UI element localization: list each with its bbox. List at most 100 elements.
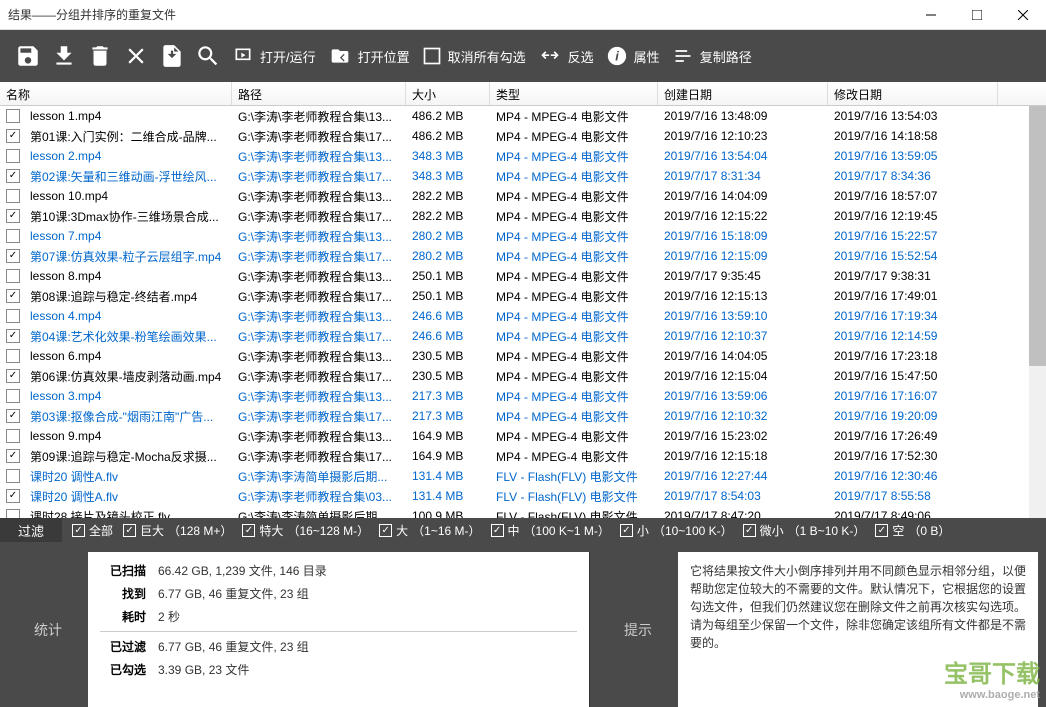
invert-selection-button[interactable]: 反选	[532, 30, 600, 82]
row-checkbox[interactable]	[6, 169, 20, 183]
open-location-button[interactable]: 打开位置	[322, 30, 416, 82]
cell-name: lesson 8.mp4	[24, 269, 232, 283]
row-checkbox[interactable]	[6, 429, 20, 443]
cell-size: 246.6 MB	[406, 309, 490, 323]
row-checkbox[interactable]	[6, 229, 20, 243]
toolbar: 打开/运行 打开位置 取消所有勾选 反选 i属性 复制路径	[0, 30, 1046, 82]
table-row[interactable]: 课时20 调性A.flvG:\李涛\李老师教程合集\03...131.4 MBF…	[0, 486, 1046, 506]
cell-path: G:\李涛\李老师教程合集\13...	[232, 308, 406, 325]
file-grid[interactable]: lesson 1.mp4G:\李涛\李老师教程合集\13...486.2 MBM…	[0, 106, 1046, 518]
cell-type: MP4 - MPEG-4 电影文件	[490, 168, 658, 185]
table-row[interactable]: lesson 10.mp4G:\李涛\李老师教程合集\13...282.2 MB…	[0, 186, 1046, 206]
cell-modified: 2019/7/16 13:54:03	[828, 109, 998, 123]
row-checkbox[interactable]	[6, 449, 20, 463]
search-icon[interactable]	[190, 30, 226, 82]
table-row[interactable]: 第07课:仿真效果-粒子云层组字.mp4G:\李涛\李老师教程合集\17...2…	[0, 246, 1046, 266]
filter-xl[interactable]: 特大（16~128 M-）	[242, 522, 369, 539]
row-checkbox[interactable]	[6, 309, 20, 323]
recycle-icon[interactable]	[82, 30, 118, 82]
cell-path: G:\李涛\李涛简单摄影后期...	[232, 508, 406, 519]
deselect-all-button[interactable]: 取消所有勾选	[416, 30, 532, 82]
cell-path: G:\李涛\李老师教程合集\17...	[232, 448, 406, 465]
header-created[interactable]: 创建日期	[658, 82, 828, 105]
cell-path: G:\李涛\李老师教程合集\17...	[232, 128, 406, 145]
filter-empty[interactable]: 空（0 B）	[875, 522, 950, 539]
filter-all[interactable]: 全部	[72, 522, 113, 539]
cell-path: G:\李涛\李老师教程合集\17...	[232, 248, 406, 265]
maximize-button[interactable]	[954, 0, 1000, 30]
row-checkbox[interactable]	[6, 489, 20, 503]
download-icon[interactable]	[46, 30, 82, 82]
filter-sm[interactable]: 小（10~100 K-）	[620, 522, 733, 539]
table-row[interactable]: 第01课:入门实例：二维合成-品牌...G:\李涛\李老师教程合集\17...4…	[0, 126, 1046, 146]
row-checkbox[interactable]	[6, 329, 20, 343]
properties-button[interactable]: i属性	[600, 30, 666, 82]
save-icon[interactable]	[10, 30, 46, 82]
header-size[interactable]: 大小	[406, 82, 490, 105]
row-checkbox[interactable]	[6, 509, 20, 518]
cell-name: 课时28 接片及镜头校正.flv	[24, 508, 232, 519]
row-checkbox[interactable]	[6, 209, 20, 223]
row-checkbox[interactable]	[6, 409, 20, 423]
close-button[interactable]	[1000, 0, 1046, 30]
row-checkbox[interactable]	[6, 109, 20, 123]
row-checkbox[interactable]	[6, 269, 20, 283]
table-row[interactable]: lesson 1.mp4G:\李涛\李老师教程合集\13...486.2 MBM…	[0, 106, 1046, 126]
header-path[interactable]: 路径	[232, 82, 406, 105]
table-row[interactable]: 第08课:追踪与稳定-终结者.mp4G:\李涛\李老师教程合集\17...250…	[0, 286, 1046, 306]
table-row[interactable]: 课时28 接片及镜头校正.flvG:\李涛\李涛简单摄影后期...100.9 M…	[0, 506, 1046, 518]
table-row[interactable]: 第02课:矢量和三维动画-浮世绘风...G:\李涛\李老师教程合集\17...3…	[0, 166, 1046, 186]
table-row[interactable]: 课时20 调性A.flvG:\李涛\李涛简单摄影后期...131.4 MBFLV…	[0, 466, 1046, 486]
delete-icon[interactable]	[118, 30, 154, 82]
copy-path-button[interactable]: 复制路径	[666, 30, 758, 82]
table-row[interactable]: lesson 8.mp4G:\李涛\李老师教程合集\13...250.1 MBM…	[0, 266, 1046, 286]
minimize-button[interactable]	[908, 0, 954, 30]
cell-size: 230.5 MB	[406, 369, 490, 383]
cell-name: lesson 2.mp4	[24, 149, 232, 163]
filter-xs[interactable]: 微小（1 B~10 K-）	[743, 522, 866, 539]
header-name[interactable]: 名称	[0, 82, 232, 105]
row-checkbox[interactable]	[6, 289, 20, 303]
table-row[interactable]: 第06课:仿真效果-墙皮剥落动画.mp4G:\李涛\李老师教程合集\17...2…	[0, 366, 1046, 386]
table-row[interactable]: 第03课:抠像合成-"烟雨江南"广告...G:\李涛\李老师教程合集\17...…	[0, 406, 1046, 426]
row-checkbox[interactable]	[6, 249, 20, 263]
table-row[interactable]: 第04课:艺术化效果-粉笔绘画效果...G:\李涛\李老师教程合集\17...2…	[0, 326, 1046, 346]
cell-modified: 2019/7/16 17:19:34	[828, 309, 998, 323]
table-row[interactable]: lesson 9.mp4G:\李涛\李老师教程合集\13...164.9 MBM…	[0, 426, 1046, 446]
table-row[interactable]: lesson 7.mp4G:\李涛\李老师教程合集\13...280.2 MBM…	[0, 226, 1046, 246]
cell-created: 2019/7/16 14:04:09	[658, 189, 828, 203]
header-modified[interactable]: 修改日期	[828, 82, 998, 105]
filter-md[interactable]: 中（100 K~1 M-）	[491, 522, 610, 539]
filter-huge[interactable]: 巨大（128 M+）	[123, 522, 232, 539]
open-run-button[interactable]: 打开/运行	[226, 30, 322, 82]
cell-size: 217.3 MB	[406, 389, 490, 403]
cell-created: 2019/7/17 9:35:45	[658, 269, 828, 283]
row-checkbox[interactable]	[6, 369, 20, 383]
row-checkbox[interactable]	[6, 189, 20, 203]
vertical-scrollbar[interactable]	[1029, 106, 1046, 518]
cell-size: 164.9 MB	[406, 449, 490, 463]
header-type[interactable]: 类型	[490, 82, 658, 105]
cell-name: lesson 1.mp4	[24, 109, 232, 123]
cell-name: 第06课:仿真效果-墙皮剥落动画.mp4	[24, 368, 232, 385]
table-row[interactable]: 第10课:3Dmax协作-三维场景合成...G:\李涛\李老师教程合集\17..…	[0, 206, 1046, 226]
cell-name: lesson 4.mp4	[24, 309, 232, 323]
table-row[interactable]: lesson 3.mp4G:\李涛\李老师教程合集\13...217.3 MBM…	[0, 386, 1046, 406]
row-checkbox[interactable]	[6, 469, 20, 483]
move-to-icon[interactable]	[154, 30, 190, 82]
table-row[interactable]: lesson 4.mp4G:\李涛\李老师教程合集\13...246.6 MBM…	[0, 306, 1046, 326]
table-row[interactable]: 第09课:追踪与稳定-Mocha反求摄...G:\李涛\李老师教程合集\17..…	[0, 446, 1046, 466]
row-checkbox[interactable]	[6, 349, 20, 363]
row-checkbox[interactable]	[6, 129, 20, 143]
row-checkbox[interactable]	[6, 389, 20, 403]
table-row[interactable]: lesson 6.mp4G:\李涛\李老师教程合集\13...230.5 MBM…	[0, 346, 1046, 366]
cell-modified: 2019/7/17 8:34:36	[828, 169, 998, 183]
cell-type: MP4 - MPEG-4 电影文件	[490, 208, 658, 225]
cell-size: 246.6 MB	[406, 329, 490, 343]
filter-label: 过滤	[0, 518, 62, 542]
row-checkbox[interactable]	[6, 149, 20, 163]
filter-lg[interactable]: 大（1~16 M-）	[379, 522, 480, 539]
table-row[interactable]: lesson 2.mp4G:\李涛\李老师教程合集\13...348.3 MBM…	[0, 146, 1046, 166]
cell-type: MP4 - MPEG-4 电影文件	[490, 448, 658, 465]
cell-path: G:\李涛\李涛简单摄影后期...	[232, 468, 406, 485]
